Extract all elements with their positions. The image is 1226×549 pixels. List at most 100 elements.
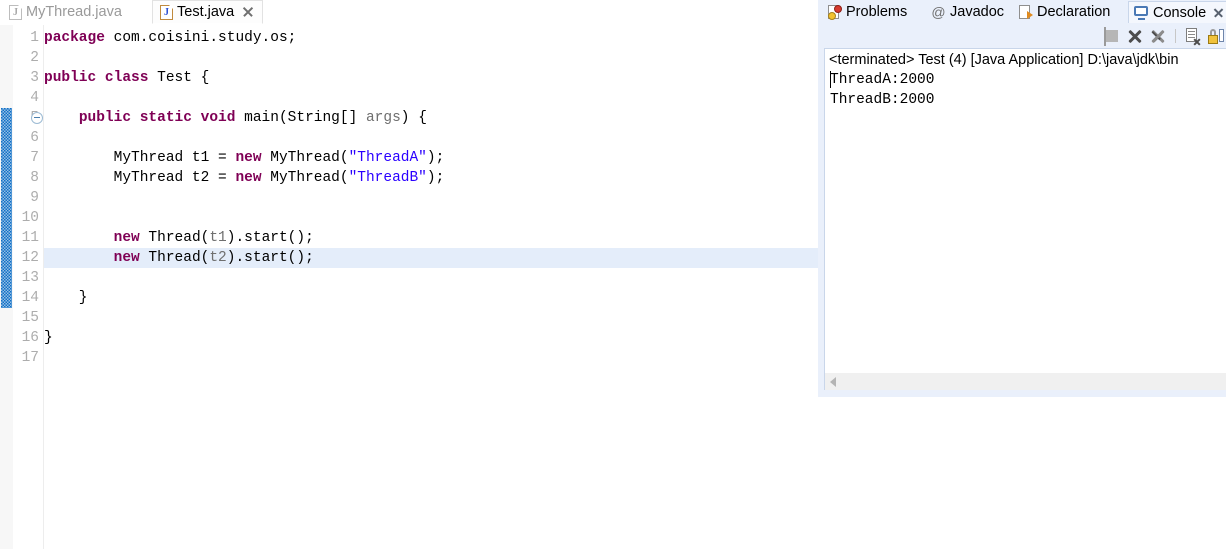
editor-tab-test[interactable]: J Test.java — [152, 0, 264, 24]
line-number: 13 — [21, 270, 39, 286]
console-tab-bar: Problems @ Javadoc Declaration Console — [818, 0, 1226, 24]
line-number: 9 — [30, 190, 39, 206]
code-token: ); — [426, 170, 445, 186]
code-line[interactable] — [44, 348, 818, 368]
code-line[interactable] — [44, 208, 818, 228]
code-token: new — [113, 250, 140, 266]
line-number: 16 — [21, 330, 39, 346]
code-token: MyThread t1 = — [44, 150, 236, 166]
editor-tab-mythread[interactable]: J MyThread.java — [2, 0, 130, 24]
code-token: ) { — [400, 110, 427, 126]
code-token: new — [235, 170, 262, 186]
toolbar-separator — [1175, 29, 1176, 43]
console-output-line: ThreadA:2000 — [830, 72, 935, 88]
code-token: Test { — [148, 70, 210, 86]
code-line[interactable] — [44, 308, 818, 328]
code-editor: J MyThread.java J Test.java 123456789101… — [0, 0, 818, 549]
console-horizontal-scrollbar[interactable] — [824, 373, 1226, 391]
scroll-lock-button[interactable] — [1208, 28, 1224, 44]
code-token: public class — [44, 70, 149, 86]
code-token: public static void — [78, 110, 236, 126]
code-fold-icon[interactable] — [31, 112, 43, 124]
java-file-icon: J — [160, 4, 173, 20]
code-token: } — [44, 330, 53, 346]
line-number: 7 — [30, 150, 39, 166]
code-line[interactable]: } — [44, 328, 818, 348]
code-line[interactable]: public class Test { — [44, 68, 818, 88]
line-number: 17 — [21, 350, 39, 366]
line-number: 15 — [21, 310, 39, 326]
remove-launch-button[interactable] — [1127, 28, 1143, 44]
code-line[interactable]: MyThread t1 = new MyThread("ThreadA"); — [44, 148, 818, 168]
remove-all-launches-button[interactable] — [1150, 28, 1166, 44]
code-token: package — [44, 30, 105, 46]
tab-problems[interactable]: Problems — [822, 1, 912, 23]
close-icon[interactable] — [1213, 7, 1224, 18]
editor-tab-bar: J MyThread.java J Test.java — [0, 0, 818, 25]
code-token: main(String[] — [235, 110, 366, 126]
line-number: 4 — [30, 90, 39, 106]
code-token: MyThread( — [261, 170, 349, 186]
changed-lines-marker — [1, 108, 12, 308]
close-icon[interactable] — [242, 6, 254, 18]
code-token: } — [44, 290, 88, 306]
line-number: 2 — [30, 50, 39, 66]
code-region[interactable]: 1234567891011121314151617 package com.co… — [0, 25, 818, 549]
java-file-icon: J — [9, 4, 22, 20]
tab-label: Console — [1153, 4, 1207, 21]
console-toolbar — [1104, 26, 1224, 46]
tab-declaration[interactable]: Declaration — [1013, 1, 1115, 23]
console-icon — [1134, 5, 1149, 20]
code-token: t1 — [209, 230, 227, 246]
javadoc-icon: @ — [931, 3, 946, 20]
editor-tab-label: Test.java — [177, 4, 235, 20]
declaration-icon — [1018, 4, 1033, 20]
code-token: new — [113, 230, 140, 246]
code-token: com.coisini.study.os; — [104, 30, 297, 46]
line-number: 6 — [30, 130, 39, 146]
tab-label: Problems — [846, 4, 908, 20]
code-line[interactable]: public static void main(String[] args) { — [44, 108, 818, 128]
tab-javadoc[interactable]: @ Javadoc — [926, 1, 1009, 23]
line-number-gutter: 1234567891011121314151617 — [13, 25, 44, 549]
empty-area — [818, 397, 1226, 549]
code-line[interactable] — [44, 268, 818, 288]
console-output-line: ThreadB:2000 — [830, 92, 935, 108]
line-number: 3 — [30, 70, 39, 86]
line-number: 1 — [30, 30, 39, 46]
code-line[interactable]: package com.coisini.study.os; — [44, 28, 818, 48]
code-token: MyThread( — [261, 150, 349, 166]
tab-console[interactable]: Console — [1128, 1, 1226, 23]
console-view-panel: Problems @ Javadoc Declaration Console <… — [818, 0, 1226, 398]
code-token: ); — [426, 150, 445, 166]
code-line[interactable]: } — [44, 288, 818, 308]
code-line[interactable] — [44, 188, 818, 208]
console-output-area[interactable]: <terminated> Test (4) [Java Application]… — [824, 48, 1226, 374]
change-bar-column — [0, 25, 13, 549]
code-token: new — [235, 150, 262, 166]
scroll-left-arrow-icon[interactable] — [830, 377, 836, 387]
clear-console-button[interactable] — [1185, 28, 1201, 44]
code-token: t2 — [209, 250, 227, 266]
code-token: "ThreadB" — [348, 170, 427, 186]
code-token: ).start(); — [226, 230, 314, 246]
line-number: 14 — [21, 290, 39, 306]
terminate-button[interactable] — [1104, 27, 1120, 46]
code-text[interactable]: package com.coisini.study.os; public clas… — [44, 25, 818, 549]
line-number: 12 — [21, 250, 39, 266]
code-line[interactable]: new Thread(t1).start(); — [44, 228, 818, 248]
console-launch-header: <terminated> Test (4) [Java Application]… — [829, 52, 1179, 68]
problems-icon — [827, 4, 842, 20]
code-token: args — [365, 110, 401, 126]
tab-label: Declaration — [1037, 4, 1111, 20]
code-line[interactable] — [44, 88, 818, 108]
code-line[interactable] — [44, 128, 818, 148]
code-line[interactable] — [44, 48, 818, 68]
tab-label: Javadoc — [950, 4, 1005, 20]
editor-tab-label: MyThread.java — [26, 4, 122, 20]
code-line[interactable]: MyThread t2 = new MyThread("ThreadB"); — [44, 168, 818, 188]
code-line[interactable]: new Thread(t2).start(); — [44, 248, 818, 268]
